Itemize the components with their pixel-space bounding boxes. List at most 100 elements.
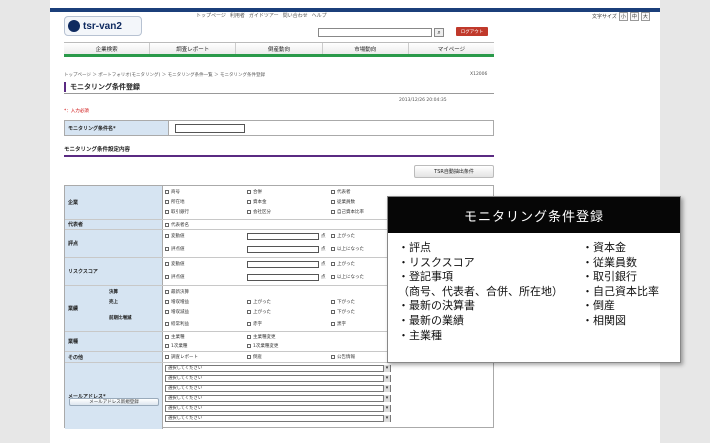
rating-value-suffix: 点 — [321, 247, 326, 252]
callout-item-rating: ・評点 — [398, 241, 431, 254]
label-company: 企業 — [65, 186, 163, 219]
search-button[interactable]: ⌕ — [434, 28, 444, 37]
util-links: トップページ 利用者 ガイドツアー 問い合わせ ヘルプ — [196, 12, 327, 19]
util-link-help[interactable]: ヘルプ — [312, 12, 327, 19]
cb-main-industry-change[interactable]: 主業種変更 — [247, 334, 276, 340]
search-icon: ⌕ — [437, 28, 441, 36]
label-other: その他 — [65, 352, 163, 362]
search-input[interactable] — [318, 28, 432, 37]
label-risk-score: リスクスコア — [65, 258, 163, 285]
site-logo[interactable]: tsr-van2 — [64, 16, 142, 36]
required-note: *：入力必須 — [64, 109, 89, 114]
cb-rating-up[interactable]: 上がった — [331, 233, 355, 239]
cb-perf-6[interactable]: 下がった — [331, 309, 355, 315]
cb-primary-industry-change[interactable]: 1次業種変更 — [247, 343, 278, 349]
monitoring-callout: モニタリング条件登録 ・評点 ・リスクスコア ・登記事項 （商号、代表者、合併、… — [387, 196, 681, 363]
nav-bankruptcy[interactable]: 倒産動向 — [236, 43, 323, 54]
label-business-type: 業種 — [65, 332, 163, 351]
util-link-guide[interactable]: ガイドツアー — [249, 12, 279, 19]
cb-perf-5[interactable]: 上がった — [247, 309, 271, 315]
cb-perf-1[interactable]: 増収増益 — [165, 299, 189, 305]
callout-item-financials: ・最新の決算書 — [398, 299, 475, 313]
callout-item-capital: ・資本金 — [582, 241, 626, 254]
font-size-large-button[interactable]: 大 — [640, 12, 650, 21]
rating-value-input[interactable] — [247, 246, 319, 253]
cb-perf-7[interactable]: 経常利益 — [165, 321, 189, 327]
cb-company-type[interactable]: 会社区分 — [247, 209, 271, 215]
cb-risk-change[interactable]: 変動値 — [165, 261, 185, 267]
cb-perf-2[interactable]: 上がった — [247, 299, 271, 305]
font-size-label: 文字サイズ — [592, 14, 617, 20]
cb-risk-above[interactable]: 以上になった — [331, 274, 364, 280]
cb-rating-change[interactable]: 変動値 — [165, 233, 185, 239]
font-size-small-button[interactable]: 小 — [618, 12, 628, 21]
mail-select-2[interactable]: 選択してください — [165, 375, 391, 382]
mail-select-5[interactable]: 選択してください — [165, 405, 391, 412]
cb-rating-above[interactable]: 以上になった — [331, 246, 364, 252]
cb-address[interactable]: 所在地 — [165, 199, 185, 205]
breadcrumb[interactable]: トップページ ＞ ポートフォリオ(モニタリング) ＞ モニタリング条件一覧 ＞ … — [64, 72, 265, 78]
cb-capital[interactable]: 資本金 — [247, 199, 267, 205]
rating-change-suffix: 点 — [321, 234, 326, 239]
font-size-switcher: 文字サイズ 小 中 大 — [592, 12, 650, 21]
cb-perf-9[interactable]: 黒字 — [331, 321, 346, 327]
risk-change-suffix: 点 — [321, 262, 326, 267]
main-nav: 企業検索 調査レポート 倒産動向 市場動向 マイページ — [64, 42, 494, 57]
nav-research-report[interactable]: 調査レポート — [150, 43, 237, 54]
cb-rating-value[interactable]: 評点値 — [165, 246, 185, 252]
rating-change-input[interactable] — [247, 233, 319, 240]
label-mail: メールアドレス* — [65, 363, 163, 429]
font-size-medium-button[interactable]: 中 — [629, 12, 639, 21]
cb-bank[interactable]: 取引銀行 — [165, 209, 189, 215]
nav-company-search[interactable]: 企業検索 — [64, 43, 151, 54]
sublabel-yoy: 前期比増減 — [109, 316, 132, 321]
cb-bankruptcy[interactable]: 倒産 — [247, 354, 262, 360]
cb-equity-ratio[interactable]: 自己資本比率 — [331, 209, 364, 215]
callout-left-list: ・評点 ・リスクスコア ・登記事項 （商号、代表者、合併、所在地） ・最新の決算… — [398, 241, 563, 343]
page-ref-id: X12006 — [470, 72, 488, 77]
top-bar — [50, 8, 660, 12]
condition-name-row: モニタリング条件名* — [64, 120, 494, 136]
cb-representative[interactable]: 代表者 — [331, 189, 351, 195]
new-mail-button[interactable]: メールアドレス新規登録 — [69, 398, 159, 406]
util-link-contact[interactable]: 問い合わせ — [283, 12, 308, 19]
cb-main-industry[interactable]: 主業種 — [165, 334, 185, 340]
condition-name-input[interactable] — [175, 124, 245, 133]
nav-mypage[interactable]: マイページ — [409, 43, 494, 54]
title-marker — [64, 81, 66, 92]
mail-select-1[interactable]: 選択してください — [165, 365, 391, 372]
callout-item-main-industry: ・主業種 — [398, 328, 442, 342]
cb-perf-4[interactable]: 増収減益 — [165, 309, 189, 315]
cb-employees[interactable]: 従業員数 — [331, 199, 355, 205]
callout-item-equity-ratio: ・自己資本比率 — [582, 284, 659, 298]
risk-change-input[interactable] — [247, 261, 319, 268]
util-link-top[interactable]: トップページ — [196, 12, 226, 19]
mail-select-3[interactable]: 選択してください — [165, 385, 391, 392]
logo-icon — [68, 20, 80, 32]
cb-company-name[interactable]: 商号 — [165, 189, 180, 195]
util-link-user[interactable]: 利用者 — [230, 12, 245, 19]
mail-select-4[interactable]: 選択してください — [165, 395, 391, 402]
cb-research-report[interactable]: 調査レポート — [165, 354, 198, 360]
callout-right-list: ・資本金 ・従業員数 ・取引銀行 ・自己資本比率 ・倒産 ・相関図 — [582, 241, 659, 329]
mail-select-6[interactable]: 選択してください — [165, 415, 391, 422]
nav-market[interactable]: 市場動向 — [323, 43, 409, 54]
sublabel-sales: 売上 — [109, 300, 118, 305]
cb-perf-8[interactable]: 赤字 — [247, 321, 262, 327]
cb-public-notice[interactable]: 公告情報 — [331, 354, 355, 360]
logout-button[interactable]: ログアウト — [456, 27, 488, 36]
logo-text: tsr-van2 — [83, 20, 122, 32]
cb-rep-name[interactable]: 代表者名 — [165, 222, 189, 228]
tsr-auto-condition-button[interactable]: TSR自動抽出条件 — [414, 165, 494, 178]
cb-latest-settlement[interactable]: 最新決算 — [165, 289, 189, 295]
cb-risk-value[interactable]: 評点値 — [165, 274, 185, 280]
risk-value-input[interactable] — [247, 274, 319, 281]
callout-item-bank: ・取引銀行 — [582, 270, 637, 284]
datetime: 2013/12/26 20:04:35 — [399, 98, 447, 103]
cb-merger[interactable]: 合併 — [247, 189, 262, 195]
cb-risk-up[interactable]: 上がった — [331, 261, 355, 267]
row-mail: メールアドレス* 選択してください 選択してください 選択してください 選択して… — [65, 363, 495, 429]
title-bar: モニタリング条件登録 — [64, 80, 494, 94]
cb-perf-3[interactable]: 下がった — [331, 299, 355, 305]
cb-primary-industry[interactable]: 1次業種 — [165, 343, 187, 349]
